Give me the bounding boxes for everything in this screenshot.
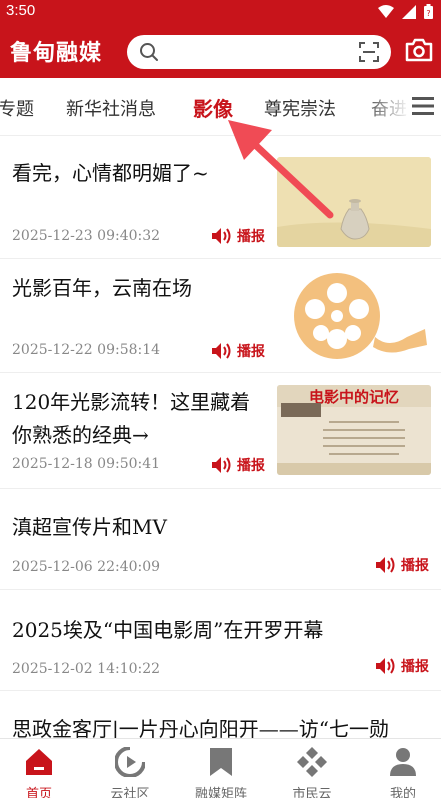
nav-profile[interactable]: 我的 (359, 739, 441, 798)
tab-images[interactable]: 影像 (193, 93, 233, 122)
play-label: 播报 (237, 344, 265, 360)
speaker-icon (212, 343, 231, 359)
user-icon (390, 748, 416, 776)
list-item[interactable]: 滇超宣传片和MV 2025-12-06 22:40:09 播报 (0, 489, 441, 590)
scan-icon[interactable] (359, 42, 379, 62)
nav-label: 首页 (25, 787, 52, 798)
nav-label: 市民云 (292, 787, 332, 798)
article-title-line: 你熟悉的经典→ (12, 423, 149, 447)
nav-label: 云社区 (110, 787, 150, 798)
poster-image: 电影中的记忆 (277, 385, 431, 475)
search-icon (140, 43, 158, 61)
status-icons: ? (378, 4, 433, 19)
nav-home[interactable]: 首页 (0, 739, 83, 798)
status-time: 3:50 (6, 2, 36, 19)
list-item[interactable]: 120年光影流转！这里藏着 你熟悉的经典→ 2025-12-18 09:50:4… (0, 373, 441, 489)
play-button[interactable]: 播报 (211, 341, 265, 361)
community-icon (115, 747, 145, 777)
signal-icon (402, 4, 416, 19)
nav-media-matrix[interactable]: 融媒矩阵 (177, 739, 265, 798)
article-title: 看完，心情都明媚了~ (12, 161, 209, 185)
film-reel-image (294, 273, 427, 359)
menu-icon[interactable] (412, 97, 434, 115)
play-label: 播报 (401, 558, 429, 574)
play-label: 播报 (401, 659, 429, 675)
list-item[interactable]: 2025埃及“中国电影周”在开罗开幕 2025-12-02 14:10:22 播… (0, 590, 441, 691)
article-date: 2025-12-02 14:10:22 (12, 661, 161, 677)
poster-title: 电影中的记忆 (309, 388, 399, 406)
battery-icon: ? (424, 4, 433, 19)
article-date: 2025-12-18 09:50:41 (12, 456, 161, 472)
tab-fade (360, 78, 410, 135)
article-date: 2025-12-22 09:58:14 (12, 342, 161, 358)
tab-constitution[interactable]: 尊宪崇法 (264, 95, 336, 121)
speaker-icon (376, 557, 395, 573)
article-thumbnail (277, 271, 431, 361)
bookmark-icon (210, 748, 232, 776)
diamond-grid-icon (297, 747, 327, 777)
app-title: 鲁甸融媒 (10, 41, 103, 66)
article-title: 滇超宣传片和MV (12, 515, 167, 539)
article-title: 思政金客厅|一片丹心向阳开——访“七一勋 (12, 717, 389, 738)
play-button[interactable]: 播报 (375, 555, 429, 575)
status-bar: 3:50 ? (0, 0, 441, 24)
play-button[interactable]: 播报 (211, 226, 265, 246)
bottom-nav: 首页 云社区 融媒矩阵 市民云 我的 (0, 738, 441, 798)
article-title-line: 120年光影流转！这里藏着 (12, 390, 251, 414)
speaker-icon (212, 228, 231, 244)
play-button[interactable]: 播报 (375, 656, 429, 676)
article-title: 2025埃及“中国电影周”在开罗开幕 (12, 618, 324, 642)
article-date: 2025-12-06 22:40:09 (12, 559, 161, 575)
home-icon (26, 749, 52, 775)
nav-citizen-cloud[interactable]: 市民云 (268, 739, 356, 798)
article-date: 2025-12-23 09:40:32 (12, 228, 161, 244)
play-label: 播报 (237, 229, 265, 245)
wifi-icon (378, 4, 394, 18)
nav-community[interactable]: 云社区 (86, 739, 174, 798)
app-header: 鲁甸融媒 (0, 24, 441, 78)
speaker-icon (376, 658, 395, 674)
article-thumbnail (277, 157, 431, 247)
tab-special[interactable]: 专题 (0, 95, 34, 121)
search-input[interactable] (127, 35, 391, 69)
article-thumbnail: 电影中的记忆 (277, 385, 431, 475)
speaker-icon (212, 457, 231, 473)
list-item[interactable]: 思政金客厅|一片丹心向阳开——访“七一勋 (0, 691, 441, 738)
vase-image (277, 157, 431, 247)
tab-xinhua[interactable]: 新华社消息 (66, 95, 156, 121)
svg-text:?: ? (426, 9, 430, 18)
article-title: 光影百年，云南在场 (12, 276, 192, 300)
camera-icon[interactable] (405, 38, 433, 62)
list-item[interactable]: 看完，心情都明媚了~ 2025-12-23 09:40:32 播报 (0, 137, 441, 259)
play-label: 播报 (237, 458, 265, 474)
nav-label: 融媒矩阵 (194, 787, 247, 798)
play-button[interactable]: 播报 (211, 455, 265, 475)
channel-tabs: 专题 新华社消息 影像 尊宪崇法 奋进 (0, 78, 441, 136)
article-title: 120年光影流转！这里藏着 你熟悉的经典→ (12, 386, 250, 452)
list-item[interactable]: 光影百年，云南在场 2025-12-22 09:58:14 播报 (0, 259, 441, 373)
nav-label: 我的 (389, 787, 416, 798)
